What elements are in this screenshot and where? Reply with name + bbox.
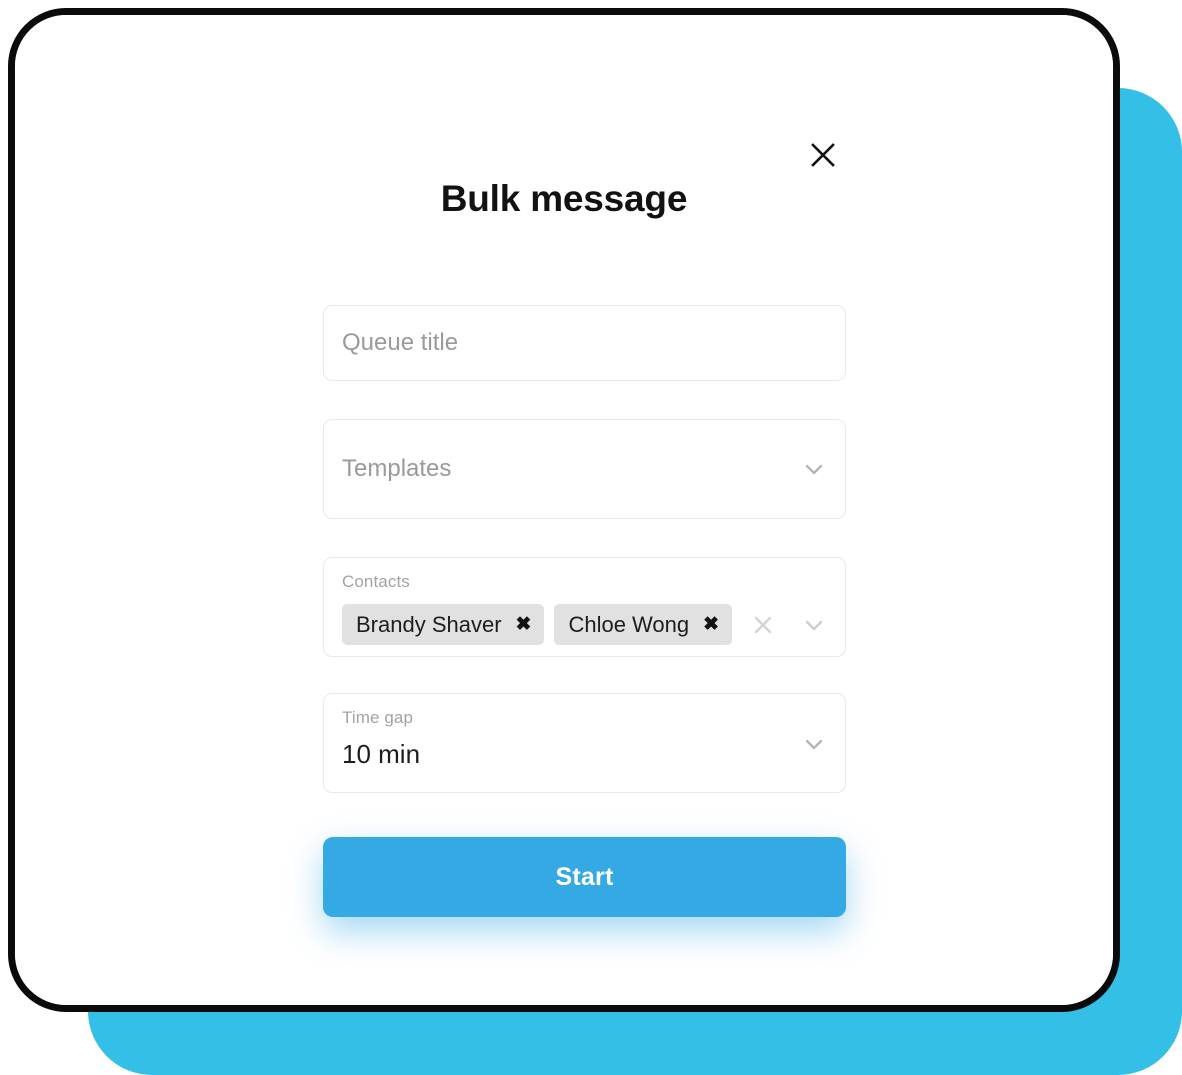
- time-gap-label: Time gap: [342, 708, 414, 727]
- contacts-trailing-icons: [751, 604, 827, 645]
- start-button[interactable]: Start: [323, 837, 846, 917]
- queue-title-field[interactable]: Queue title: [323, 305, 846, 381]
- templates-field[interactable]: Templates: [323, 419, 846, 519]
- close-icon: [809, 141, 837, 169]
- contacts-label: Contacts: [342, 572, 410, 591]
- time-gap-trailing-icons: [801, 722, 827, 766]
- bulk-message-form: Queue title Templates Contacts Brandy Sh…: [323, 305, 846, 917]
- templates-placeholder: Templates: [342, 455, 452, 482]
- time-gap-field[interactable]: Time gap 10 min: [323, 693, 846, 793]
- contact-chip-label: Chloe Wong: [568, 611, 690, 637]
- close-button[interactable]: [798, 130, 848, 180]
- contact-chip-label: Brandy Shaver: [356, 611, 502, 637]
- contact-chip[interactable]: Chloe Wong ✖: [554, 604, 733, 645]
- contacts-chip-list: Brandy Shaver ✖ Chloe Wong ✖: [342, 604, 733, 645]
- templates-trailing-icons: [801, 420, 827, 518]
- queue-title-placeholder: Queue title: [342, 329, 459, 356]
- chevron-down-icon[interactable]: [801, 612, 827, 638]
- clear-contacts-icon[interactable]: [751, 613, 775, 637]
- chevron-down-icon[interactable]: [801, 456, 827, 482]
- dialog-title: Bulk message: [440, 178, 688, 219]
- device-frame: Bulk message Queue title Templates Conta…: [8, 8, 1120, 1012]
- chevron-down-icon[interactable]: [801, 731, 827, 757]
- bulk-message-dialog: Bulk message Queue title Templates Conta…: [15, 15, 1113, 1005]
- time-gap-value: 10 min: [342, 738, 421, 769]
- contact-chip-remove-button[interactable]: ✖: [703, 615, 719, 634]
- contacts-field[interactable]: Contacts Brandy Shaver ✖ Chloe Wong ✖: [323, 557, 846, 657]
- contact-chip-remove-button[interactable]: ✖: [516, 615, 532, 634]
- contact-chip[interactable]: Brandy Shaver ✖: [342, 604, 545, 645]
